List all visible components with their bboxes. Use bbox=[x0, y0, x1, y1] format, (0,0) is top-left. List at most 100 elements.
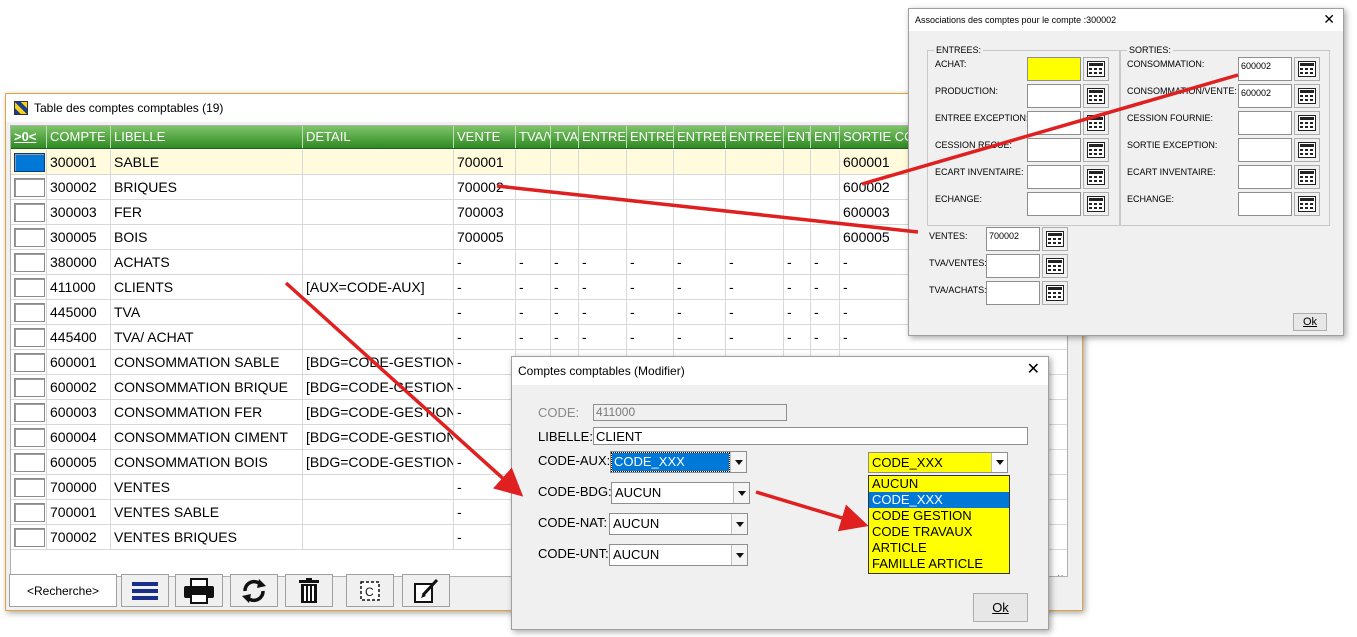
copy-button[interactable]: C bbox=[346, 574, 394, 607]
dropdown-option[interactable]: CODE TRAVAUX bbox=[869, 524, 1009, 540]
dropdown-option[interactable]: CODE_XXX bbox=[869, 492, 1009, 508]
col-header-select[interactable]: >0< bbox=[11, 126, 47, 148]
cell-vente[interactable]: - bbox=[454, 425, 516, 449]
cell-detail[interactable] bbox=[303, 250, 454, 274]
cell-compte[interactable]: 300002 bbox=[47, 175, 111, 199]
cell-libelle[interactable]: VENTES SABLE bbox=[111, 500, 303, 524]
tva-achats-field[interactable] bbox=[986, 281, 1040, 305]
row-selector[interactable] bbox=[14, 278, 45, 297]
cell-c8[interactable]: - bbox=[627, 300, 674, 324]
cell-c7[interactable] bbox=[579, 150, 627, 174]
col-header-compte[interactable]: COMPTE bbox=[47, 126, 111, 148]
cell-compte[interactable]: 600002 bbox=[47, 375, 111, 399]
cell-c7[interactable] bbox=[579, 225, 627, 249]
cell-c5[interactable] bbox=[516, 225, 551, 249]
row-selector[interactable] bbox=[14, 303, 45, 322]
row-selector[interactable] bbox=[14, 353, 45, 372]
cell-c10[interactable] bbox=[726, 175, 784, 199]
dropdown-option[interactable]: ARTICLE bbox=[869, 540, 1009, 556]
row-selector[interactable] bbox=[14, 453, 45, 472]
cell-compte[interactable]: 700000 bbox=[47, 475, 111, 499]
cell-c5[interactable]: - bbox=[516, 250, 551, 274]
cell-compte[interactable]: 445000 bbox=[47, 300, 111, 324]
row-select-cell[interactable] bbox=[11, 225, 47, 249]
cell-c12[interactable] bbox=[811, 150, 840, 174]
row-selector[interactable] bbox=[14, 228, 45, 247]
cell-vente[interactable]: - bbox=[454, 325, 516, 349]
ventes-calc-button[interactable] bbox=[1042, 227, 1068, 251]
entrees-calc-button[interactable] bbox=[1083, 111, 1109, 135]
print-button[interactable] bbox=[175, 574, 223, 607]
libelle-field[interactable]: CLIENT bbox=[593, 427, 1028, 445]
ventes-field[interactable]: 700002 bbox=[986, 227, 1040, 251]
cell-vente[interactable]: 700003 bbox=[454, 200, 516, 224]
entrees-calc-button[interactable] bbox=[1083, 84, 1109, 108]
entrees-field[interactable] bbox=[1027, 165, 1081, 189]
cell-detail[interactable] bbox=[303, 475, 454, 499]
cell-c10[interactable]: - bbox=[726, 250, 784, 274]
cell-detail[interactable]: [BDG=CODE-GESTION] bbox=[303, 350, 454, 374]
cell-c8[interactable] bbox=[627, 200, 674, 224]
cell-compte[interactable]: 411000 bbox=[47, 275, 111, 299]
cell-c6[interactable]: - bbox=[551, 250, 579, 274]
cell-c9[interactable]: - bbox=[674, 300, 726, 324]
cell-libelle[interactable]: ACHATS bbox=[111, 250, 303, 274]
col-header-entree-4[interactable]: ENTREE bbox=[726, 126, 784, 148]
sorties-field[interactable] bbox=[1238, 111, 1292, 135]
menu-button[interactable] bbox=[121, 574, 169, 607]
cell-detail[interactable]: [BDG=CODE-GESTION] bbox=[303, 450, 454, 474]
col-header-tvav[interactable]: TVA/V bbox=[516, 126, 551, 148]
row-selector[interactable] bbox=[14, 478, 45, 497]
cell-c9[interactable] bbox=[674, 150, 726, 174]
cell-c9[interactable] bbox=[674, 225, 726, 249]
cell-vente[interactable]: - bbox=[454, 525, 516, 549]
dropdown-option[interactable]: CODE GESTION bbox=[869, 508, 1009, 524]
cell-libelle[interactable]: FER bbox=[111, 200, 303, 224]
refresh-button[interactable] bbox=[230, 574, 278, 607]
cell-vente[interactable]: - bbox=[454, 300, 516, 324]
sorties-field[interactable] bbox=[1238, 138, 1292, 162]
sorties-field[interactable] bbox=[1238, 165, 1292, 189]
row-select-cell[interactable] bbox=[11, 275, 47, 299]
row-select-cell[interactable] bbox=[11, 325, 47, 349]
cell-detail[interactable]: [BDG=CODE-GESTION] bbox=[303, 375, 454, 399]
cell-libelle[interactable]: TVA/ ACHAT bbox=[111, 325, 303, 349]
col-header-entree-5[interactable]: ENT bbox=[784, 126, 811, 148]
sorties-field[interactable] bbox=[1238, 192, 1292, 216]
cell-c6[interactable]: - bbox=[551, 300, 579, 324]
cell-c9[interactable] bbox=[674, 200, 726, 224]
cell-c6[interactable] bbox=[551, 225, 579, 249]
entrees-field[interactable] bbox=[1027, 84, 1081, 108]
sorties-calc-button[interactable] bbox=[1294, 192, 1320, 216]
cell-c5[interactable] bbox=[516, 200, 551, 224]
cell-compte[interactable]: 700002 bbox=[47, 525, 111, 549]
cell-c9[interactable] bbox=[674, 175, 726, 199]
entrees-field[interactable] bbox=[1027, 111, 1081, 135]
dropdown-option[interactable]: FAMILLE ARTICLE bbox=[869, 556, 1009, 572]
sorties-calc-button[interactable] bbox=[1294, 138, 1320, 162]
row-selector[interactable] bbox=[14, 153, 45, 172]
cell-vente[interactable]: - bbox=[454, 350, 516, 374]
cell-libelle[interactable]: CONSOMMATION SABLE bbox=[111, 350, 303, 374]
cell-c7[interactable]: - bbox=[579, 250, 627, 274]
row-select-cell[interactable] bbox=[11, 400, 47, 424]
cell-c7[interactable] bbox=[579, 200, 627, 224]
cell-detail[interactable] bbox=[303, 200, 454, 224]
cell-c10[interactable] bbox=[726, 150, 784, 174]
cell-compte[interactable]: 300003 bbox=[47, 200, 111, 224]
col-header-entree-2[interactable]: ENTRE bbox=[627, 126, 674, 148]
cell-c9[interactable]: - bbox=[674, 325, 726, 349]
cell-detail[interactable] bbox=[303, 325, 454, 349]
chevron-down-icon[interactable] bbox=[733, 483, 749, 503]
row-selector[interactable] bbox=[14, 503, 45, 522]
cell-c8[interactable]: - bbox=[627, 325, 674, 349]
cell-c11[interactable]: - bbox=[784, 325, 811, 349]
modify-titlebar[interactable]: Comptes comptables (Modifier) ✕ bbox=[512, 357, 1048, 385]
entrees-calc-button[interactable] bbox=[1083, 57, 1109, 81]
modify-ok-button[interactable]: Ok bbox=[973, 593, 1028, 622]
col-header-tva[interactable]: TVA bbox=[551, 126, 579, 148]
row-select-cell[interactable] bbox=[11, 150, 47, 174]
cell-c7[interactable]: - bbox=[579, 325, 627, 349]
cell-compte[interactable]: 380000 bbox=[47, 250, 111, 274]
chevron-down-icon[interactable] bbox=[731, 545, 747, 565]
